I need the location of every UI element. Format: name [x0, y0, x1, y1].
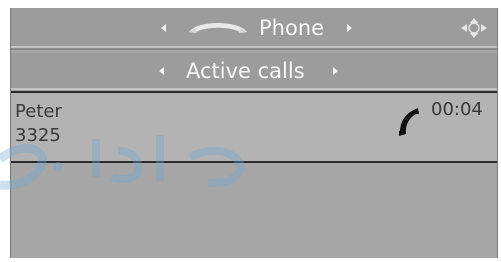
call-duration: 00:04	[431, 99, 483, 120]
phone-handset-icon	[399, 108, 419, 136]
submenu-left-arrow-icon[interactable]	[159, 67, 164, 75]
four-way-arrows-icon[interactable]	[459, 16, 489, 40]
caller-number: 3325	[15, 125, 61, 146]
left-arrow-icon[interactable]	[161, 24, 166, 32]
handset-icon	[189, 23, 247, 33]
caller-name: Peter	[15, 101, 62, 122]
submenu-right-arrow-icon[interactable]	[333, 67, 338, 75]
active-call-row[interactable]: Peter 3325 00:04	[11, 91, 497, 163]
phone-screen: Phone Active calls Peter 3325 00:04	[10, 8, 498, 258]
page-title: Phone	[259, 16, 325, 40]
right-arrow-icon[interactable]	[347, 24, 352, 32]
phone-header[interactable]: Phone	[11, 8, 497, 50]
submenu-bar[interactable]: Active calls	[11, 53, 497, 90]
submenu-title: Active calls	[186, 59, 305, 83]
